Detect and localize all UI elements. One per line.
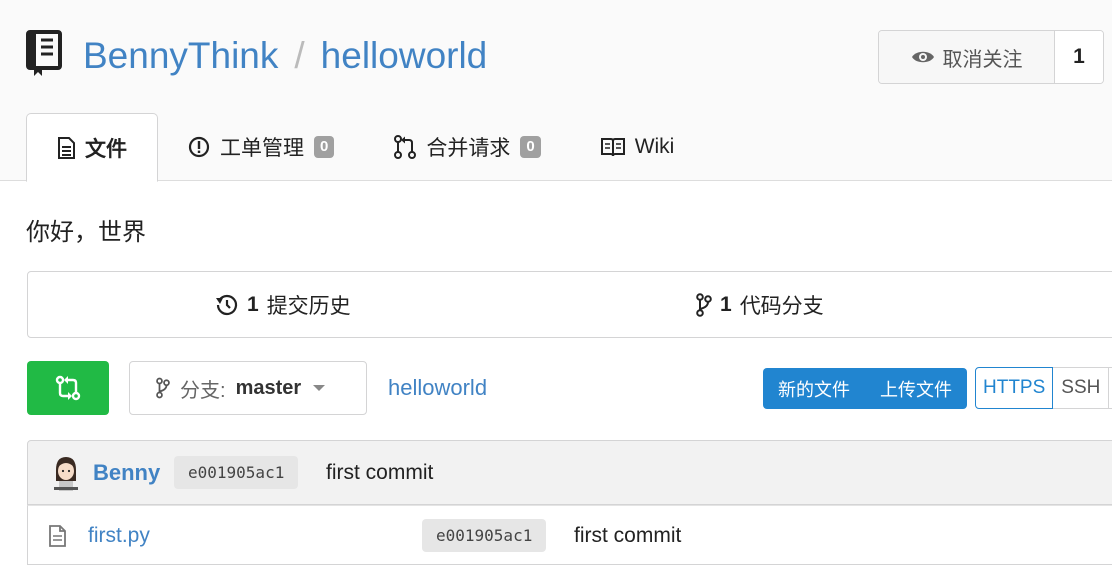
new-file-button[interactable]: 新的文件	[763, 368, 865, 409]
branches-label: 代码分支	[739, 294, 824, 318]
tab-issues-label: 工单管理	[220, 137, 304, 160]
git-branch-icon	[696, 292, 712, 317]
clone-ssh-button[interactable]: SSH	[1053, 367, 1110, 409]
branch-name: master	[235, 376, 302, 399]
caret-down-icon	[313, 385, 326, 391]
tab-files[interactable]: 文件	[26, 113, 158, 182]
branches-count: 1	[720, 292, 732, 316]
history-icon	[216, 294, 238, 315]
unwatch-label: 取消关注	[942, 48, 1023, 71]
git-pull-request-icon	[394, 135, 417, 159]
tab-wiki[interactable]: Wiki	[571, 113, 705, 181]
commit-author[interactable]: Benny	[93, 460, 160, 486]
branch-selector[interactable]: 分支: master	[129, 361, 367, 415]
clone-group: HTTPS SSH	[975, 367, 1112, 409]
commits-count: 1	[247, 292, 259, 316]
avatar	[54, 457, 78, 491]
tab-files-label: 文件	[85, 137, 127, 161]
watchers-count[interactable]: 1	[1055, 31, 1103, 83]
compare-button[interactable]	[27, 361, 109, 415]
pull-requests-count-badge: 0	[520, 136, 541, 158]
tab-pull-requests[interactable]: 合并请求 0	[364, 113, 570, 181]
commit-message: first commit	[326, 461, 434, 484]
repo-breadcrumb[interactable]: helloworld	[388, 375, 487, 401]
repo-link[interactable]: helloworld	[321, 35, 488, 76]
unwatch-button[interactable]: 取消关注	[879, 31, 1055, 83]
repo-description: 你好，世界	[26, 219, 146, 246]
clone-https-button[interactable]: HTTPS	[975, 367, 1054, 409]
issues-count-badge: 0	[314, 136, 335, 158]
tab-pull-requests-label: 合并请求	[426, 137, 511, 160]
eye-icon	[911, 51, 934, 63]
book-icon	[26, 30, 62, 76]
book-open-icon	[600, 138, 625, 157]
file-commit-message: first commit	[574, 524, 682, 547]
watch-group: 取消关注 1	[878, 30, 1104, 84]
file-text-icon	[58, 136, 75, 159]
branch-prefix: 分支:	[180, 379, 226, 402]
git-branch-icon	[156, 377, 170, 399]
repo-stats-bar: 1 提交历史 1 代码分支	[27, 271, 1112, 338]
file-icon	[49, 525, 66, 547]
latest-commit-row: Benny e001905ac1 first commit	[27, 440, 1112, 505]
commits-label: 提交历史	[266, 294, 351, 318]
table-row: first.py e001905ac1 first commit	[27, 505, 1112, 565]
issue-opened-icon	[188, 136, 210, 158]
path-separator: /	[294, 35, 305, 76]
repo-header: BennyThink / helloworld 取消关注 1 文件 工单管理 0…	[0, 0, 1112, 182]
repo-tabs: 文件 工单管理 0 合并请求 0 Wiki	[26, 113, 705, 182]
commits-stat[interactable]: 1 提交历史	[215, 272, 351, 337]
branches-stat[interactable]: 1 代码分支	[696, 272, 824, 337]
compare-icon	[55, 375, 81, 401]
tab-issues[interactable]: 工单管理 0	[158, 113, 364, 181]
file-commit-sha[interactable]: e001905ac1	[422, 519, 547, 552]
commit-sha[interactable]: e001905ac1	[174, 456, 299, 489]
file-name-link[interactable]: first.py	[88, 524, 150, 548]
upload-file-button[interactable]: 上传文件	[865, 368, 967, 409]
file-actions-group: 新的文件 上传文件	[763, 368, 967, 409]
owner-link[interactable]: BennyThink	[83, 35, 278, 76]
repo-title: BennyThink / helloworld	[83, 33, 487, 79]
tab-wiki-label: Wiki	[634, 135, 675, 158]
